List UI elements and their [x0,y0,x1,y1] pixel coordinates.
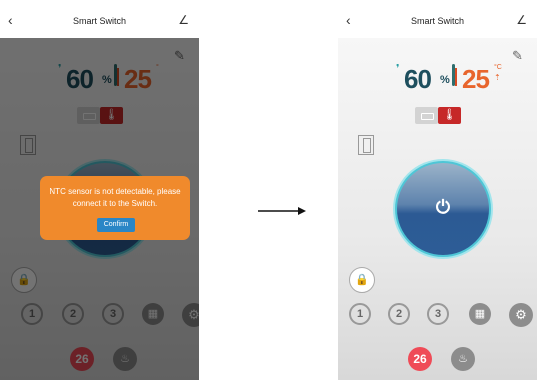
edit-icon[interactable]: ∠ [178,13,189,27]
power-icon: ⏻ [435,197,451,217]
switch-mode-icon[interactable] [415,107,438,124]
timer-1-button[interactable]: 1 [349,303,371,325]
humidity-value: 60 [404,64,432,94]
timer-3-button[interactable]: 3 [427,303,449,325]
humidity-drop-icon: ❜ [396,63,400,75]
heating-icon[interactable]: ♨ [451,347,475,371]
app-title: Smart Switch [72,16,126,26]
mode-toggle[interactable]: 🌡 [415,107,461,125]
timer-icon: 2 [388,303,410,325]
humidity-unit: % [440,74,450,86]
door-icon[interactable] [358,135,374,155]
screen-after: ‹ Smart Switch ∠ ✎ ❜ 60 % 25 °C ⇡ 🌡 ⏻ 🔒 … [338,0,537,380]
top-bar: ‹ Smart Switch ∠ [0,0,199,38]
calendar-icon[interactable]: ▦ [469,303,491,325]
power-button[interactable]: ⏻ [397,163,489,255]
lock-icon[interactable]: 🔒 [349,267,375,293]
readings: ❜ 60 % 25 °C ⇡ [396,60,526,94]
set-temperature-badge[interactable]: 26 [408,347,432,371]
confirm-button[interactable]: Confirm [97,218,135,232]
temperature-unit: °C [494,64,502,71]
timer-2-button[interactable]: 2 [388,303,410,325]
thermometer-fill [455,68,457,86]
app-title: Smart Switch [410,16,464,26]
settings-icon[interactable]: ⚙ [509,303,533,327]
edit-icon[interactable]: ∠ [516,13,527,27]
top-bar: ‹ Smart Switch ∠ [338,0,537,38]
heating-arrow-icon: ⇡ [494,73,501,82]
sensor-error-dialog: NTC sensor is not detectable, please con… [40,176,190,240]
arrow-right-icon [258,207,306,215]
timer-icon: 3 [427,303,449,325]
dialog-message: NTC sensor is not detectable, please con… [49,187,181,208]
thermostat-mode-icon[interactable]: 🌡 [438,107,461,124]
screen-before: ‹ Smart Switch ∠ ✎ ❜ 60 % 25 ° 🌡 ⏻ 🔒 1 2… [0,0,199,380]
main-panel: ✎ ❜ 60 % 25 °C ⇡ 🌡 ⏻ 🔒 1 2 3 ▦ ⚙ 26 ♨ [338,38,537,380]
timer-icon: 1 [349,303,371,325]
temperature-value: 25 [462,64,490,94]
